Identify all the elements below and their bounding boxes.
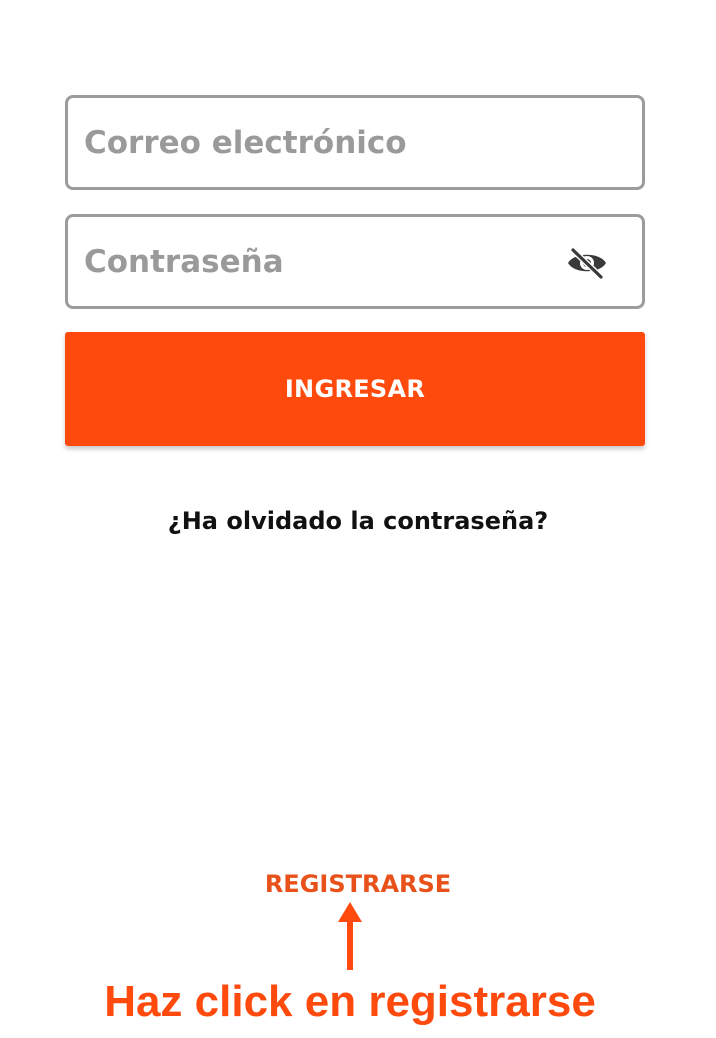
password-input[interactable]: [84, 217, 554, 306]
instruction-caption: Haz click en registrarse: [104, 977, 596, 1026]
email-field[interactable]: [65, 95, 645, 190]
register-link[interactable]: REGISTRARSE: [0, 870, 716, 898]
up-arrow-icon: [338, 902, 362, 970]
login-button[interactable]: INGRESAR: [65, 332, 645, 446]
password-field[interactable]: [65, 214, 645, 309]
email-input[interactable]: [84, 98, 554, 187]
eye-off-icon[interactable]: [566, 247, 608, 279]
forgot-password-link[interactable]: ¿Ha olvidado la contraseña?: [0, 507, 716, 535]
